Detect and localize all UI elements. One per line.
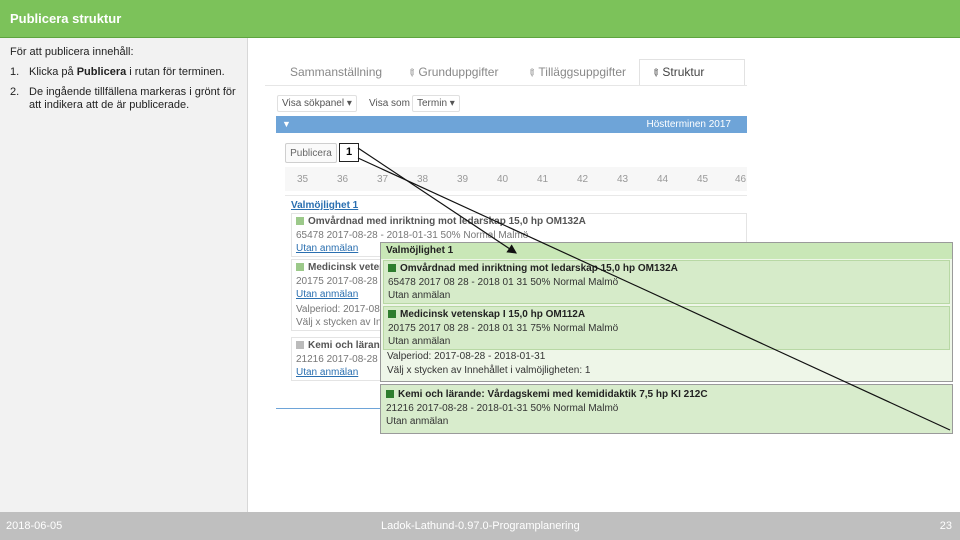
step-2: 2. De ingående tillfällena markeras i grö… xyxy=(10,86,236,111)
zoom-course-row[interactable]: Medicinsk vetenskap I 15,0 hp OM112A 201… xyxy=(383,306,950,350)
zoom-option-header: Valmöjlighet 1 xyxy=(381,243,952,259)
week-label: 41 xyxy=(537,174,549,185)
zoom-choose: Välj x stycken av Innehållet i valmöjlig… xyxy=(387,365,591,376)
week-label: 42 xyxy=(577,174,589,185)
option-link[interactable]: Valmöjlighet 1 xyxy=(291,200,358,211)
view-panel-dropdown[interactable]: Visa sökpanel ▾ xyxy=(277,95,357,112)
footer-page-number: 23 xyxy=(939,520,952,532)
tab-divider xyxy=(265,85,747,86)
tab-struktur-label: ✎Struktur xyxy=(648,65,705,81)
footer-document: Ladok-Lathund-0.97.0-Programplanering xyxy=(381,520,580,532)
week-label: 46 xyxy=(735,174,747,185)
view-as-dropdown[interactable]: Termin ▾ xyxy=(412,95,460,112)
step-1: 1. Klicka på Publicera i rutan för termin… xyxy=(10,66,225,78)
pencil-icon: ✎ xyxy=(648,66,663,81)
collapse-icon[interactable]: ▼ xyxy=(282,119,291,129)
slide-header: Publicera struktur xyxy=(0,0,960,38)
term-header[interactable]: ▼ Höstterminen 2017 xyxy=(276,116,747,133)
published-square-icon xyxy=(388,264,396,272)
week-label: 43 xyxy=(617,174,629,185)
status-square-icon xyxy=(296,217,304,225)
footer-date: 2018-06-05 xyxy=(6,520,63,532)
zoom-period: Valperiod: 2017-08-28 - 2018-01-31 xyxy=(387,351,546,362)
term-label: Höstterminen 2017 xyxy=(646,119,732,130)
pencil-icon: ✎ xyxy=(404,66,419,81)
week-label: 40 xyxy=(497,174,509,185)
divider xyxy=(285,195,747,196)
week-label: 35 xyxy=(297,174,309,185)
week-label: 37 xyxy=(377,174,389,185)
slide-title: Publicera struktur xyxy=(10,11,122,26)
week-label: 45 xyxy=(697,174,709,185)
published-square-icon xyxy=(388,310,396,318)
instructions-steps: 1. Klicka på Publicera i rutan för termin… xyxy=(10,66,242,119)
status-square-icon xyxy=(296,341,304,349)
week-label: 39 xyxy=(457,174,469,185)
instructions-panel: För att publicera innehåll: 1. Klicka på … xyxy=(0,38,248,512)
tab-tillaggsuppgifter[interactable]: ✎Tilläggsuppgifter xyxy=(524,65,626,81)
pencil-icon: ✎ xyxy=(524,66,539,81)
zoom-course-row[interactable]: Omvårdnad med inriktning mot ledarskap 1… xyxy=(383,260,950,304)
slide-footer: 2018-06-05 Ladok-Lathund-0.97.0-Programp… xyxy=(0,512,960,540)
view-as-label: Visa som xyxy=(369,98,410,109)
zoom-published-option: Valmöjlighet 1 Omvårdnad med inriktning … xyxy=(380,242,953,382)
publish-button[interactable]: Publicera xyxy=(285,143,337,163)
callout-marker: 1 xyxy=(339,143,359,162)
published-square-icon xyxy=(386,390,394,398)
week-label: 38 xyxy=(417,174,429,185)
week-label: 36 xyxy=(337,174,349,185)
week-label: 44 xyxy=(657,174,669,185)
zoom-published-course[interactable]: Kemi och lärande: Vårdagskemi med kemidi… xyxy=(380,384,953,434)
status-square-icon xyxy=(296,263,304,271)
instructions-intro: För att publicera innehåll: xyxy=(10,46,134,58)
tab-grunduppgifter[interactable]: ✎Grunduppgifter xyxy=(404,65,498,81)
tab-sammanstallning[interactable]: Sammanställning xyxy=(290,65,382,79)
week-ruler: 35 36 37 38 39 40 41 42 43 44 45 46 xyxy=(285,167,747,191)
